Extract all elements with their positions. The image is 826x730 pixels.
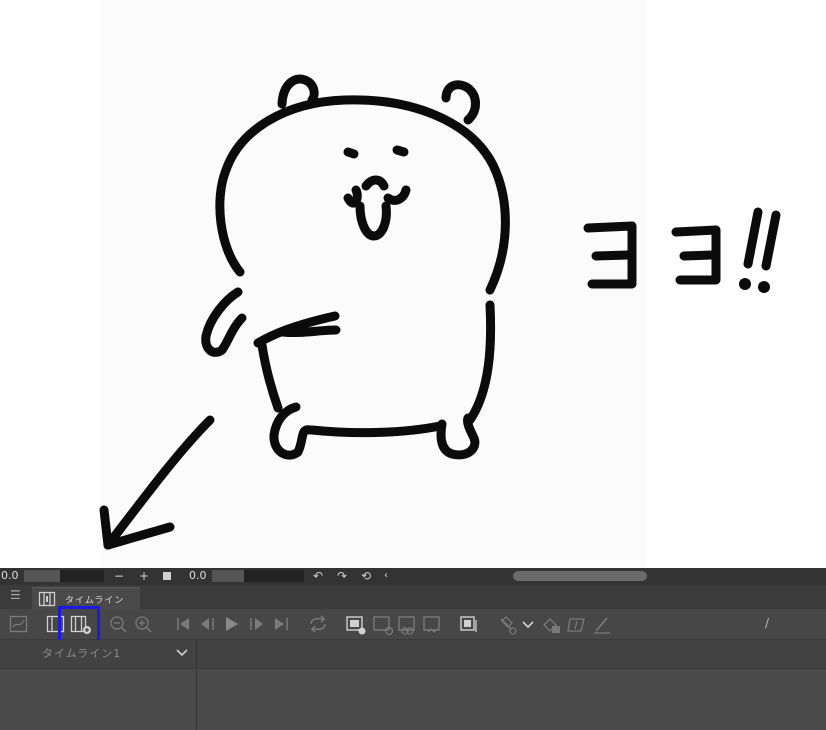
- slider-bar: 0.0 − + 0.0 ↶ ↷ ⟲ ‹: [0, 568, 826, 585]
- right-slider[interactable]: [212, 570, 304, 582]
- rotate-right-icon[interactable]: ↷: [337, 568, 347, 584]
- fill-cel-icon[interactable]: [541, 615, 561, 633]
- keyframe-icon[interactable]: [497, 615, 517, 635]
- last-frame-icon[interactable]: [271, 615, 291, 633]
- reset-rotation-icon[interactable]: ⟲: [361, 568, 371, 584]
- track-name: タイムライン1: [42, 647, 122, 660]
- onion-skin-icon[interactable]: [459, 615, 479, 633]
- frame-icon[interactable]: [422, 615, 442, 633]
- left-slider[interactable]: [24, 570, 104, 582]
- track-selector[interactable]: タイムライン1: [6, 640, 197, 668]
- track-header: タイムライン1: [0, 640, 826, 669]
- clear-cel-icon[interactable]: [566, 615, 586, 633]
- graph-icon[interactable]: [9, 615, 29, 633]
- rotate-left-icon[interactable]: ↶: [313, 568, 323, 584]
- right-value[interactable]: 0.0: [189, 569, 207, 583]
- horizontal-scrollbar[interactable]: [513, 571, 647, 581]
- plus-button[interactable]: +: [139, 568, 149, 584]
- pen-icon[interactable]: [592, 615, 612, 634]
- tab-row: ☰ タイムライン: [0, 585, 826, 610]
- stop-square-icon[interactable]: [163, 572, 171, 580]
- canvas-area[interactable]: [0, 0, 826, 568]
- zoom-in-icon[interactable]: [134, 615, 154, 633]
- toolbar-right-text: /: [765, 616, 770, 630]
- next-frame-icon[interactable]: [247, 615, 267, 633]
- timeline-tab-icon: [38, 591, 56, 607]
- specify-cel-icon[interactable]: [397, 615, 417, 635]
- chevron-down-icon[interactable]: [174, 644, 190, 660]
- play-icon[interactable]: [222, 615, 242, 633]
- track-layer-list[interactable]: [6, 669, 197, 730]
- new-animation-folder-icon[interactable]: [345, 615, 366, 635]
- bear-illustration: [99, 74, 781, 550]
- track-body[interactable]: [0, 669, 826, 730]
- loop-icon[interactable]: [308, 615, 328, 633]
- zoom-out-icon[interactable]: [109, 615, 129, 633]
- minus-button[interactable]: −: [114, 568, 124, 584]
- new-cel-icon[interactable]: [372, 615, 394, 635]
- prev-frame-icon[interactable]: [198, 615, 218, 633]
- collapse-arrow-icon[interactable]: ‹: [384, 568, 388, 584]
- dropdown-icon[interactable]: [519, 615, 539, 633]
- left-value[interactable]: 0.0: [1, 569, 19, 583]
- tab-label: タイムライン: [65, 596, 125, 606]
- timeline-panel: 0.0 − + 0.0 ↶ ↷ ⟲ ‹ ☰ タイムライン / タイムライン1: [0, 568, 826, 730]
- menu-icon[interactable]: ☰: [10, 588, 21, 602]
- timeline-toolbar: /: [0, 609, 826, 640]
- first-frame-icon[interactable]: [174, 615, 194, 633]
